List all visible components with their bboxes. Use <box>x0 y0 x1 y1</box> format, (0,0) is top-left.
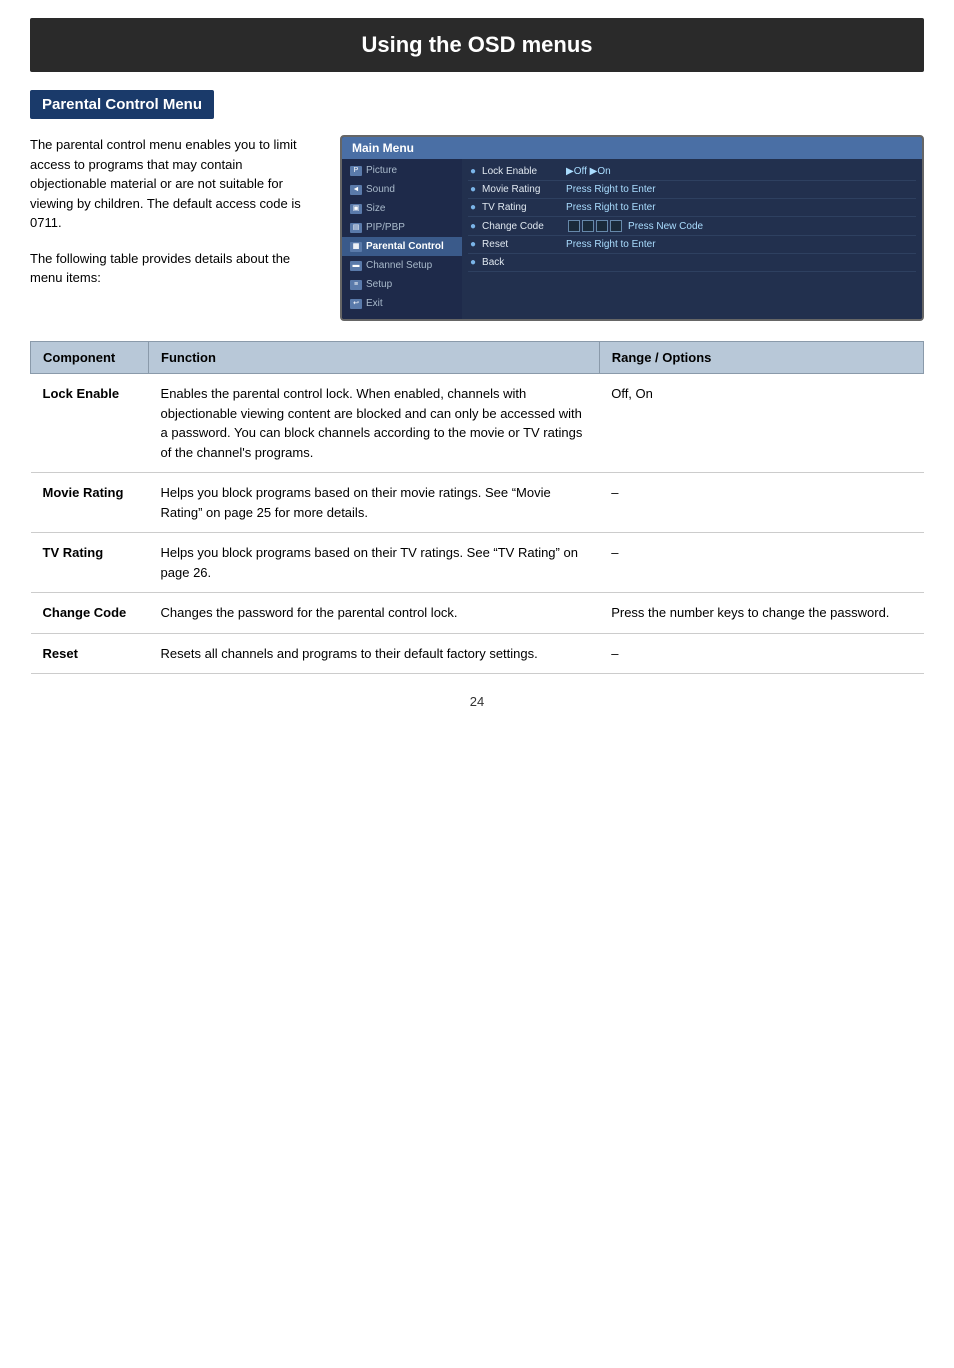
osd-body: P Picture ◄ Sound ▣ Size ▤ PIP/PBP ▦ P <box>342 159 922 319</box>
table-cell-component: TV Rating <box>31 533 149 593</box>
table-cell-range: Press the number keys to change the pass… <box>599 593 923 634</box>
bullet-movie: ● <box>470 184 476 195</box>
change-code-label: Change Code <box>482 221 562 232</box>
osd-item-exit: ↩ Exit <box>342 294 462 313</box>
code-box-3 <box>596 220 608 232</box>
pip-icon: ▤ <box>350 223 362 233</box>
features-table: Component Function Range / Options Lock … <box>30 341 924 674</box>
table-section: Component Function Range / Options Lock … <box>30 341 924 674</box>
table-cell-component: Change Code <box>31 593 149 634</box>
bullet-tv: ● <box>470 202 476 213</box>
bullet-lock: ● <box>470 166 476 177</box>
change-code-value: Press New Code <box>628 221 703 232</box>
osd-option-lock-enable: ● Lock Enable ▶Off ▶On <box>468 163 916 181</box>
osd-item-parental: ▦ Parental Control <box>342 237 462 256</box>
code-box-4 <box>610 220 622 232</box>
table-cell-range: – <box>599 633 923 674</box>
table-cell-function: Helps you block programs based on their … <box>149 533 600 593</box>
size-icon: ▣ <box>350 204 362 214</box>
table-row: Change CodeChanges the password for the … <box>31 593 924 634</box>
osd-item-channel: ▬ Channel Setup <box>342 256 462 275</box>
code-box-2 <box>582 220 594 232</box>
table-cell-component: Movie Rating <box>31 473 149 533</box>
section-heading: Parental Control Menu <box>30 90 214 119</box>
table-row: ResetResets all channels and programs to… <box>31 633 924 674</box>
col-component: Component <box>31 342 149 374</box>
osd-option-tv-rating: ● TV Rating Press Right to Enter <box>468 199 916 217</box>
intro-paragraph-1: The parental control menu enables you to… <box>30 135 320 233</box>
intro-text: The parental control menu enables you to… <box>30 135 320 321</box>
table-cell-range: – <box>599 473 923 533</box>
osd-option-back: ● Back <box>468 254 916 272</box>
osd-title-bar: Main Menu <box>342 137 922 159</box>
tv-rating-label: TV Rating <box>482 202 562 213</box>
movie-rating-label: Movie Rating <box>482 184 562 195</box>
osd-option-change-code: ● Change Code Press New Code <box>468 217 916 236</box>
osd-right-panel: ● Lock Enable ▶Off ▶On ● Movie Rating Pr… <box>462 159 922 319</box>
content-area: The parental control menu enables you to… <box>30 135 924 321</box>
back-label: Back <box>482 257 562 268</box>
table-cell-component: Reset <box>31 633 149 674</box>
osd-item-picture: P Picture <box>342 161 462 180</box>
reset-value: Press Right to Enter <box>566 239 655 250</box>
lock-enable-label: Lock Enable <box>482 166 562 177</box>
table-cell-function: Resets all channels and programs to thei… <box>149 633 600 674</box>
intro-paragraph-2: The following table provides details abo… <box>30 249 320 288</box>
table-row: Lock EnableEnables the parental control … <box>31 374 924 473</box>
table-cell-component: Lock Enable <box>31 374 149 473</box>
col-range: Range / Options <box>599 342 923 374</box>
osd-left-menu: P Picture ◄ Sound ▣ Size ▤ PIP/PBP ▦ P <box>342 159 462 319</box>
table-header-row: Component Function Range / Options <box>31 342 924 374</box>
osd-option-reset: ● Reset Press Right to Enter <box>468 236 916 254</box>
code-box-1 <box>568 220 580 232</box>
setup-icon: ≡ <box>350 280 362 290</box>
picture-icon: P <box>350 166 362 176</box>
table-cell-range: – <box>599 533 923 593</box>
lock-enable-value: ▶Off ▶On <box>566 166 611 177</box>
tv-rating-value: Press Right to Enter <box>566 202 655 213</box>
code-boxes <box>568 220 622 232</box>
table-row: TV RatingHelps you block programs based … <box>31 533 924 593</box>
bullet-code: ● <box>470 221 476 232</box>
table-cell-range: Off, On <box>599 374 923 473</box>
channel-icon: ▬ <box>350 261 362 271</box>
parental-icon: ▦ <box>350 242 362 252</box>
reset-label: Reset <box>482 239 562 250</box>
osd-item-setup: ≡ Setup <box>342 275 462 294</box>
table-cell-function: Changes the password for the parental co… <box>149 593 600 634</box>
osd-item-size: ▣ Size <box>342 199 462 218</box>
exit-icon: ↩ <box>350 299 362 309</box>
col-function: Function <box>149 342 600 374</box>
page-number: 24 <box>0 674 954 719</box>
osd-item-sound: ◄ Sound <box>342 180 462 199</box>
osd-item-pip: ▤ PIP/PBP <box>342 218 462 237</box>
page-title: Using the OSD menus <box>30 18 924 72</box>
bullet-back: ● <box>470 257 476 268</box>
table-cell-function: Helps you block programs based on their … <box>149 473 600 533</box>
bullet-reset: ● <box>470 239 476 250</box>
movie-rating-value: Press Right to Enter <box>566 184 655 195</box>
sound-icon: ◄ <box>350 185 362 195</box>
table-row: Movie RatingHelps you block programs bas… <box>31 473 924 533</box>
osd-option-movie-rating: ● Movie Rating Press Right to Enter <box>468 181 916 199</box>
table-cell-function: Enables the parental control lock. When … <box>149 374 600 473</box>
osd-menu-screenshot: Main Menu P Picture ◄ Sound ▣ Size ▤ <box>340 135 924 321</box>
